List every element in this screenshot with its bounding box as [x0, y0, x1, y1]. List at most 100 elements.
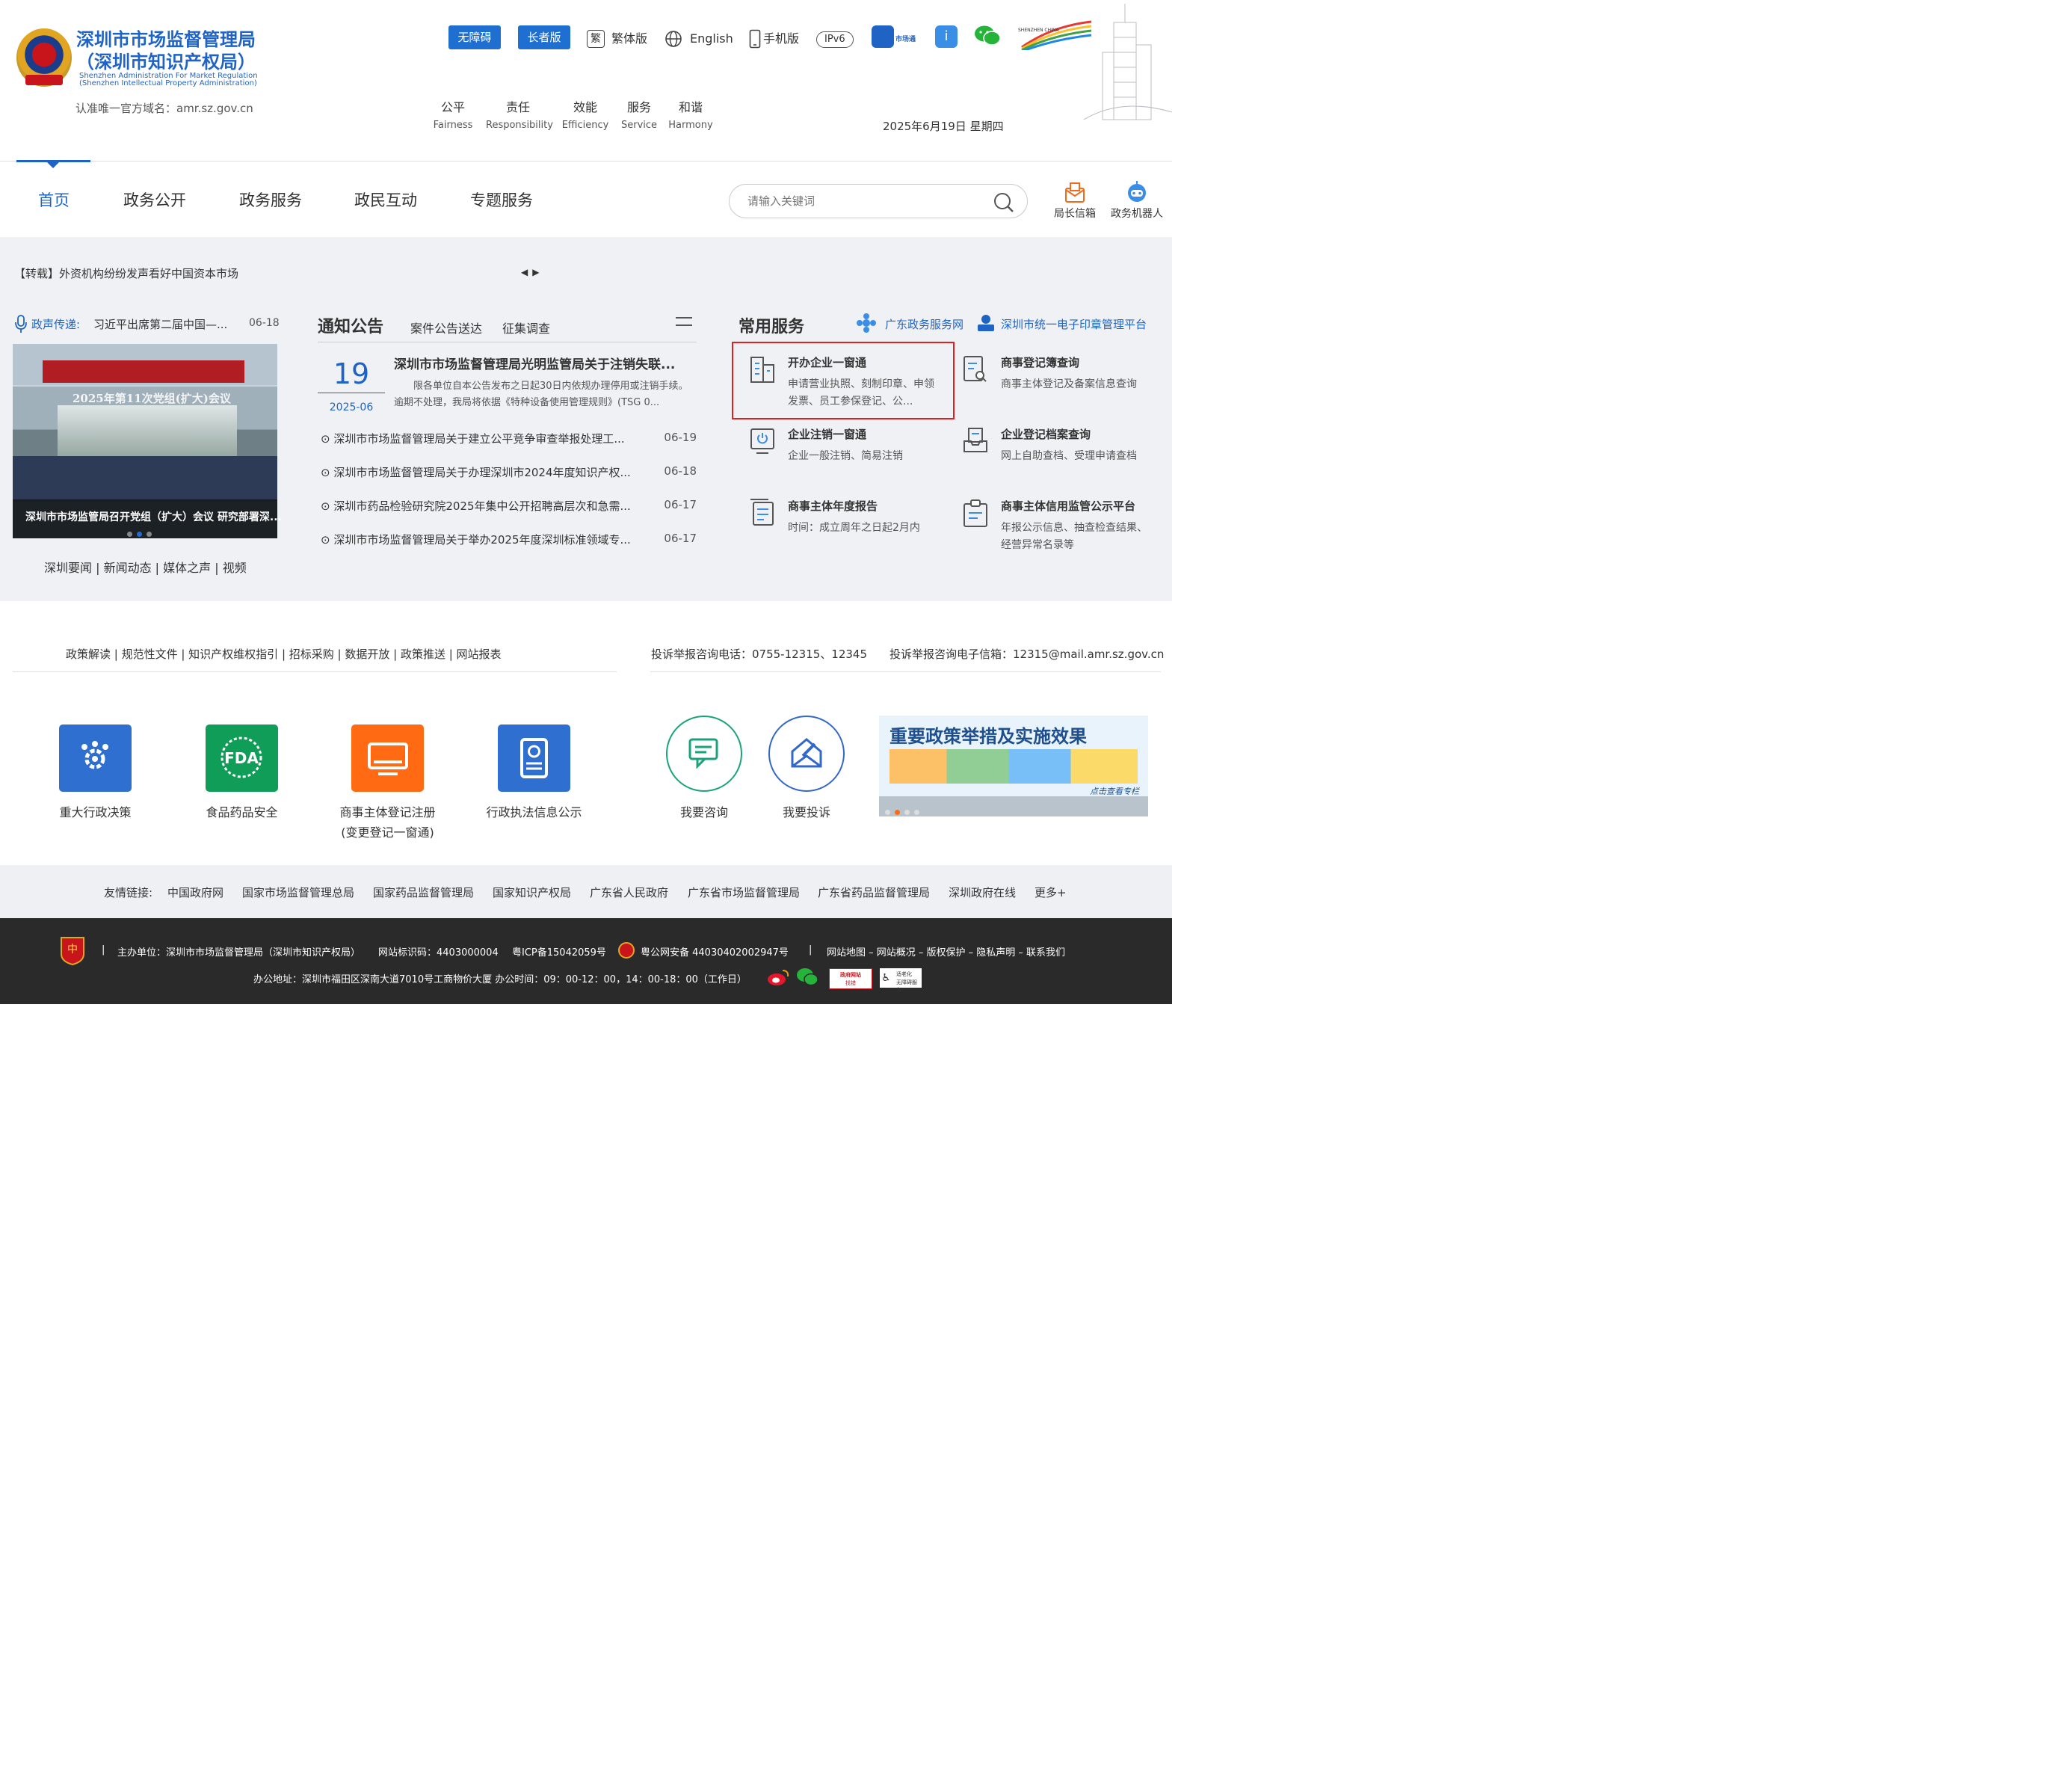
- notice-title[interactable]: 深圳市市场监督管理局关于建立公平竞争审查举报处理工...: [333, 432, 624, 446]
- mobile-version-link[interactable]: 手机版: [763, 31, 799, 47]
- globe-icon[interactable]: [665, 30, 682, 48]
- carousel-dot[interactable]: [147, 532, 152, 537]
- complaint-hotline: 投诉举报咨询电话：0755-12315、12345: [651, 647, 868, 661]
- tile-food-drug-safety[interactable]: FDA: [206, 725, 278, 792]
- voice-headline[interactable]: 习近平出席第二届中国—...: [93, 316, 227, 332]
- guangdong-gov-logo-icon[interactable]: [856, 313, 877, 333]
- mobile-phone-icon[interactable]: [749, 29, 761, 49]
- complaint-email[interactable]: 投诉举报咨询电子信箱：12315@mail.amr.sz.gov.cn: [889, 646, 1164, 662]
- tab-case-notices[interactable]: 案件公告送达: [410, 319, 482, 336]
- friend-link-gd-mpa[interactable]: 广东省药品监督管理局: [818, 885, 930, 900]
- search-input[interactable]: [747, 194, 972, 208]
- policy-banner[interactable]: 重要政策举措及实施效果 点击查看专栏: [879, 716, 1148, 816]
- service-business-register-query-desc: 商事主体登记及备案信息查询: [1001, 378, 1137, 390]
- tile-business-registration-line1: 商事主体登记注册: [339, 805, 436, 819]
- notice-title[interactable]: 深圳市药品检验研究院2025年集中公开招聘高层次和急需...: [333, 499, 630, 513]
- service-archive-query[interactable]: 企业登记档案查询: [1001, 426, 1091, 442]
- elderly-accessibility-badge[interactable]: ♿ 适老化 无障碍服务: [880, 968, 922, 993]
- footer-police-record[interactable]: 粤公网安备 44030402002947号: [641, 944, 789, 959]
- banner-dot-active[interactable]: [895, 810, 900, 815]
- friend-link-samr[interactable]: 国家市场监督管理总局: [242, 885, 354, 900]
- notice-title[interactable]: 深圳市市场监督管理局关于举办2025年度深圳标准领域专...: [333, 533, 630, 547]
- service-business-register-query[interactable]: 商事登记簿查询: [1001, 354, 1079, 370]
- gov-robot-link[interactable]: 政务机器人: [1107, 206, 1167, 221]
- party-gov-badge-icon[interactable]: 中: [59, 935, 86, 966]
- news-category-tabs[interactable]: 深圳要闻 | 新闻动态 | 媒体之声 | 视频: [44, 558, 247, 576]
- service-deregistration[interactable]: 企业注销一窗通: [788, 426, 866, 442]
- accessibility-button[interactable]: 无障碍: [448, 25, 501, 49]
- notice-title[interactable]: 深圳市市场监督管理局关于办理深圳市2024年度知识产权...: [333, 466, 630, 479]
- footer-icp[interactable]: 粤ICP备15042059号: [512, 944, 606, 959]
- lead-notice-title[interactable]: 深圳市市场监督管理局光明监管局关于注销失联...: [394, 354, 695, 372]
- carousel-dot-active[interactable]: [137, 532, 142, 537]
- power-monitor-icon: [750, 428, 774, 454]
- friend-link-gov-cn[interactable]: 中国政府网: [167, 885, 223, 900]
- consult-button[interactable]: [666, 716, 742, 792]
- banner-dot[interactable]: [914, 810, 919, 815]
- complaint-button[interactable]: [768, 716, 845, 792]
- tab-surveys[interactable]: 征集调查: [502, 319, 550, 336]
- wechat-icon[interactable]: [974, 25, 1001, 47]
- tile-food-drug-safety-label[interactable]: 食品药品安全: [182, 802, 302, 822]
- notice-date: 06-18: [664, 464, 697, 478]
- next-arrow-icon[interactable]: ▶: [532, 267, 543, 277]
- service-credit-platform[interactable]: 商事主体信用监管公示平台: [1001, 498, 1135, 514]
- shichangtong-icon[interactable]: [872, 25, 894, 48]
- nav-government-services[interactable]: 政务服务: [239, 188, 302, 211]
- banner-dot[interactable]: [904, 810, 910, 815]
- search-box[interactable]: [729, 184, 1028, 218]
- prev-arrow-icon[interactable]: ◀: [521, 267, 532, 277]
- tile-business-registration[interactable]: [351, 725, 424, 792]
- tile-law-enforcement[interactable]: [498, 725, 570, 792]
- lead-notice-month: 2025-06: [329, 402, 374, 413]
- footer-wechat-icon[interactable]: [796, 968, 818, 987]
- gov-site-error-report-badge[interactable]: 政府网站 找错: [829, 968, 872, 989]
- banner-dots[interactable]: [885, 804, 924, 816]
- e-seal-platform-link[interactable]: 深圳市统一电子印章管理平台: [1001, 316, 1147, 332]
- service-annual-report[interactable]: 商事主体年度报告: [788, 498, 878, 514]
- weibo-icon[interactable]: [766, 968, 790, 987]
- quick-links-bar[interactable]: 政策解读 | 规范性文件 | 知识产权维权指引 | 招标采购 | 数据开放 | …: [66, 646, 502, 662]
- robot-icon[interactable]: [1124, 179, 1150, 205]
- value-fairness-en: Fairness: [433, 120, 473, 131]
- tile-major-decisions-label[interactable]: 重大行政决策: [35, 802, 155, 822]
- photo-caption[interactable]: 深圳市市场监管局召开党组（扩大）会议 研究部署深...: [25, 509, 282, 524]
- tile-business-registration-label[interactable]: 商事主体登记注册 (变更登记一窗通): [320, 802, 455, 843]
- friend-link-gd-gov[interactable]: 广东省人民政府: [590, 885, 668, 900]
- friend-link-nmpa[interactable]: 国家药品监督管理局: [373, 885, 474, 900]
- banner-dot[interactable]: [885, 810, 890, 815]
- more-menu-icon[interactable]: [676, 317, 692, 332]
- search-icon[interactable]: [993, 191, 1015, 214]
- building-icon: [750, 357, 774, 383]
- mailbox-icon[interactable]: [1063, 181, 1087, 205]
- friend-link-sz-gov[interactable]: 深圳政府在线: [949, 885, 1016, 900]
- headline-ticker[interactable]: 【转载】外资机构纷纷发声看好中国资本市场: [14, 265, 238, 281]
- seal-icon[interactable]: [976, 314, 996, 332]
- guangdong-gov-service-link[interactable]: 广东政务服务网: [885, 316, 963, 332]
- complaint-label[interactable]: 我要投诉: [768, 802, 845, 822]
- tile-law-enforcement-label[interactable]: 行政执法信息公示: [474, 802, 594, 822]
- ticker-arrows[interactable]: ◀▶: [521, 267, 543, 277]
- nav-government-affairs-open[interactable]: 政务公开: [123, 188, 186, 211]
- traditional-chinese-icon[interactable]: 繁: [587, 30, 605, 48]
- carousel-dots[interactable]: [127, 526, 156, 540]
- consult-label[interactable]: 我要咨询: [666, 802, 742, 822]
- nav-special-services[interactable]: 专题服务: [470, 188, 533, 211]
- nav-public-interaction[interactable]: 政民互动: [354, 188, 417, 211]
- director-mailbox-link[interactable]: 局长信箱: [1049, 206, 1101, 221]
- friend-link-more[interactable]: 更多+: [1035, 885, 1067, 900]
- carousel-dot[interactable]: [127, 532, 132, 537]
- ipv6-badge[interactable]: IPv6: [816, 31, 854, 48]
- friend-link-cnipa[interactable]: 国家知识产权局: [493, 885, 571, 900]
- isz-app-icon[interactable]: i: [935, 25, 958, 48]
- tile-major-decisions[interactable]: [59, 725, 132, 792]
- traditional-chinese-link[interactable]: 繁体版: [611, 31, 647, 47]
- english-link[interactable]: English: [690, 31, 733, 47]
- service-open-business[interactable]: 开办企业一窗通: [788, 354, 866, 370]
- notices-tab-title[interactable]: 通知公告: [318, 313, 383, 337]
- friend-link-gd-amr[interactable]: 广东省市场监督管理局: [688, 885, 800, 900]
- nav-home[interactable]: 首页: [38, 188, 70, 211]
- org-title[interactable]: 深圳市市场监督管理局 （深圳市知识产权局）: [76, 28, 256, 73]
- footer-links[interactable]: 网站地图 – 网站概况 – 版权保护 – 隐私声明 – 联系我们: [827, 944, 1065, 959]
- elderly-mode-button[interactable]: 长者版: [518, 25, 570, 49]
